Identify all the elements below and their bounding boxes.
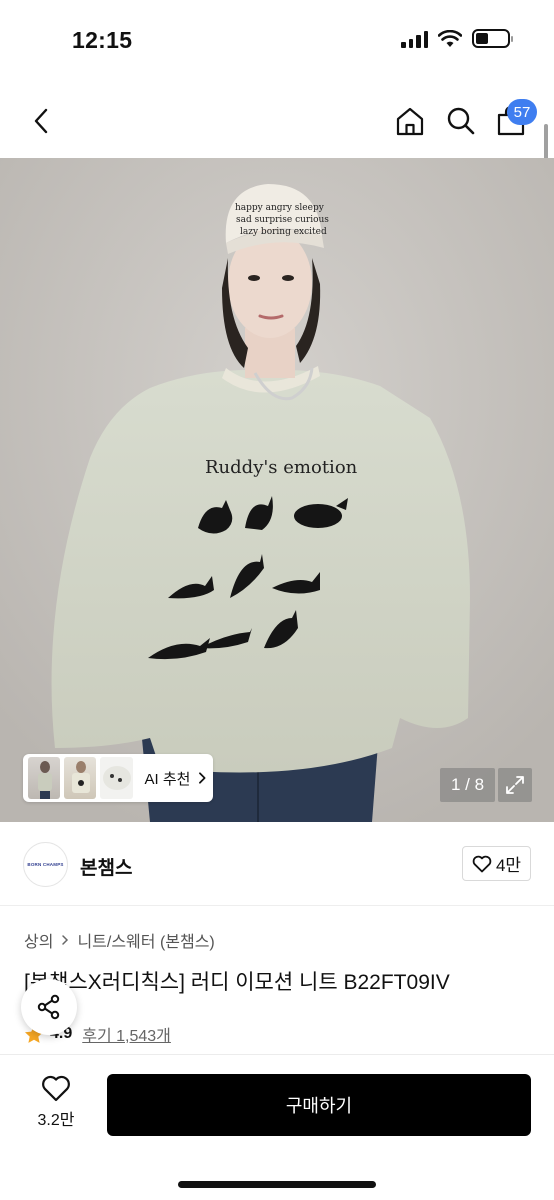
category-breadcrumb: 상의 니트/스웨터 (본챔스)	[24, 928, 215, 952]
brand-logo[interactable]: BORN CHAMPS	[23, 842, 68, 887]
wishlist-button[interactable]: 3.2만	[24, 1075, 88, 1135]
product-photo: happy angry sleepy sad surprise curious …	[0, 158, 554, 822]
svg-text:sad surprise curious: sad surprise curious	[236, 215, 329, 225]
chevron-right-icon	[62, 935, 69, 945]
breadcrumb-item-knit[interactable]: 니트/스웨터 (본챔스)	[77, 928, 214, 952]
bottom-action-bar: 3.2만 구매하기	[0, 1054, 554, 1200]
expand-image-button[interactable]	[498, 768, 532, 802]
buy-button[interactable]: 구매하기	[107, 1074, 531, 1136]
status-bar: 12:15	[0, 0, 554, 84]
search-button[interactable]	[442, 102, 480, 140]
home-icon	[396, 107, 424, 136]
brand-like-button[interactable]: 4만	[462, 846, 531, 881]
product-detail-screen: 12:15 57 happy angry sleepy sad surprise…	[0, 0, 554, 1200]
wifi-icon	[438, 29, 462, 47]
chevron-left-icon	[34, 108, 48, 134]
svg-text:lazy boring excited: lazy boring excited	[240, 227, 327, 237]
expand-icon	[506, 776, 524, 794]
brand-row: BORN CHAMPS 본챔스 4만	[0, 822, 554, 906]
cellular-signal-icon	[401, 30, 428, 48]
top-navigation	[0, 84, 554, 158]
review-count-link[interactable]: 후기 1,543개	[82, 1022, 171, 1046]
sweater-graphic-text: Ruddy's emotion	[205, 457, 358, 478]
home-button[interactable]	[391, 102, 429, 140]
svg-text:happy angry sleepy: happy angry sleepy	[235, 203, 325, 213]
heart-icon	[472, 855, 492, 872]
battery-icon	[472, 29, 513, 48]
product-image-carousel[interactable]: happy angry sleepy sad surprise curious …	[0, 158, 554, 822]
cart-count-badge: 57	[507, 99, 537, 125]
heart-icon	[42, 1075, 70, 1102]
search-icon	[447, 107, 475, 135]
status-time: 12:15	[72, 27, 133, 53]
thumbnail-2[interactable]	[64, 757, 97, 799]
thumbnail-1[interactable]	[28, 757, 61, 799]
wishlist-count: 3.2만	[37, 1112, 75, 1129]
home-indicator	[178, 1181, 376, 1188]
chevron-right-icon	[199, 772, 206, 784]
product-title: [본챔스X러디칙스] 러디 이모션 니트 B22FT09IV	[24, 971, 450, 994]
brand-like-count: 4만	[495, 856, 522, 875]
breadcrumb-item-top[interactable]: 상의	[24, 928, 53, 952]
ai-recommend-label[interactable]: AI 추천	[145, 768, 191, 789]
image-page-counter: 1 / 8	[440, 768, 495, 802]
ai-recommend-strip[interactable]: AI 추천	[23, 754, 213, 802]
back-button[interactable]	[24, 102, 58, 140]
share-icon	[37, 994, 60, 1020]
status-icons	[401, 29, 513, 48]
brand-name[interactable]: 본챔스	[80, 853, 132, 880]
share-button[interactable]	[21, 979, 77, 1035]
thumbnail-3[interactable]	[100, 757, 133, 799]
